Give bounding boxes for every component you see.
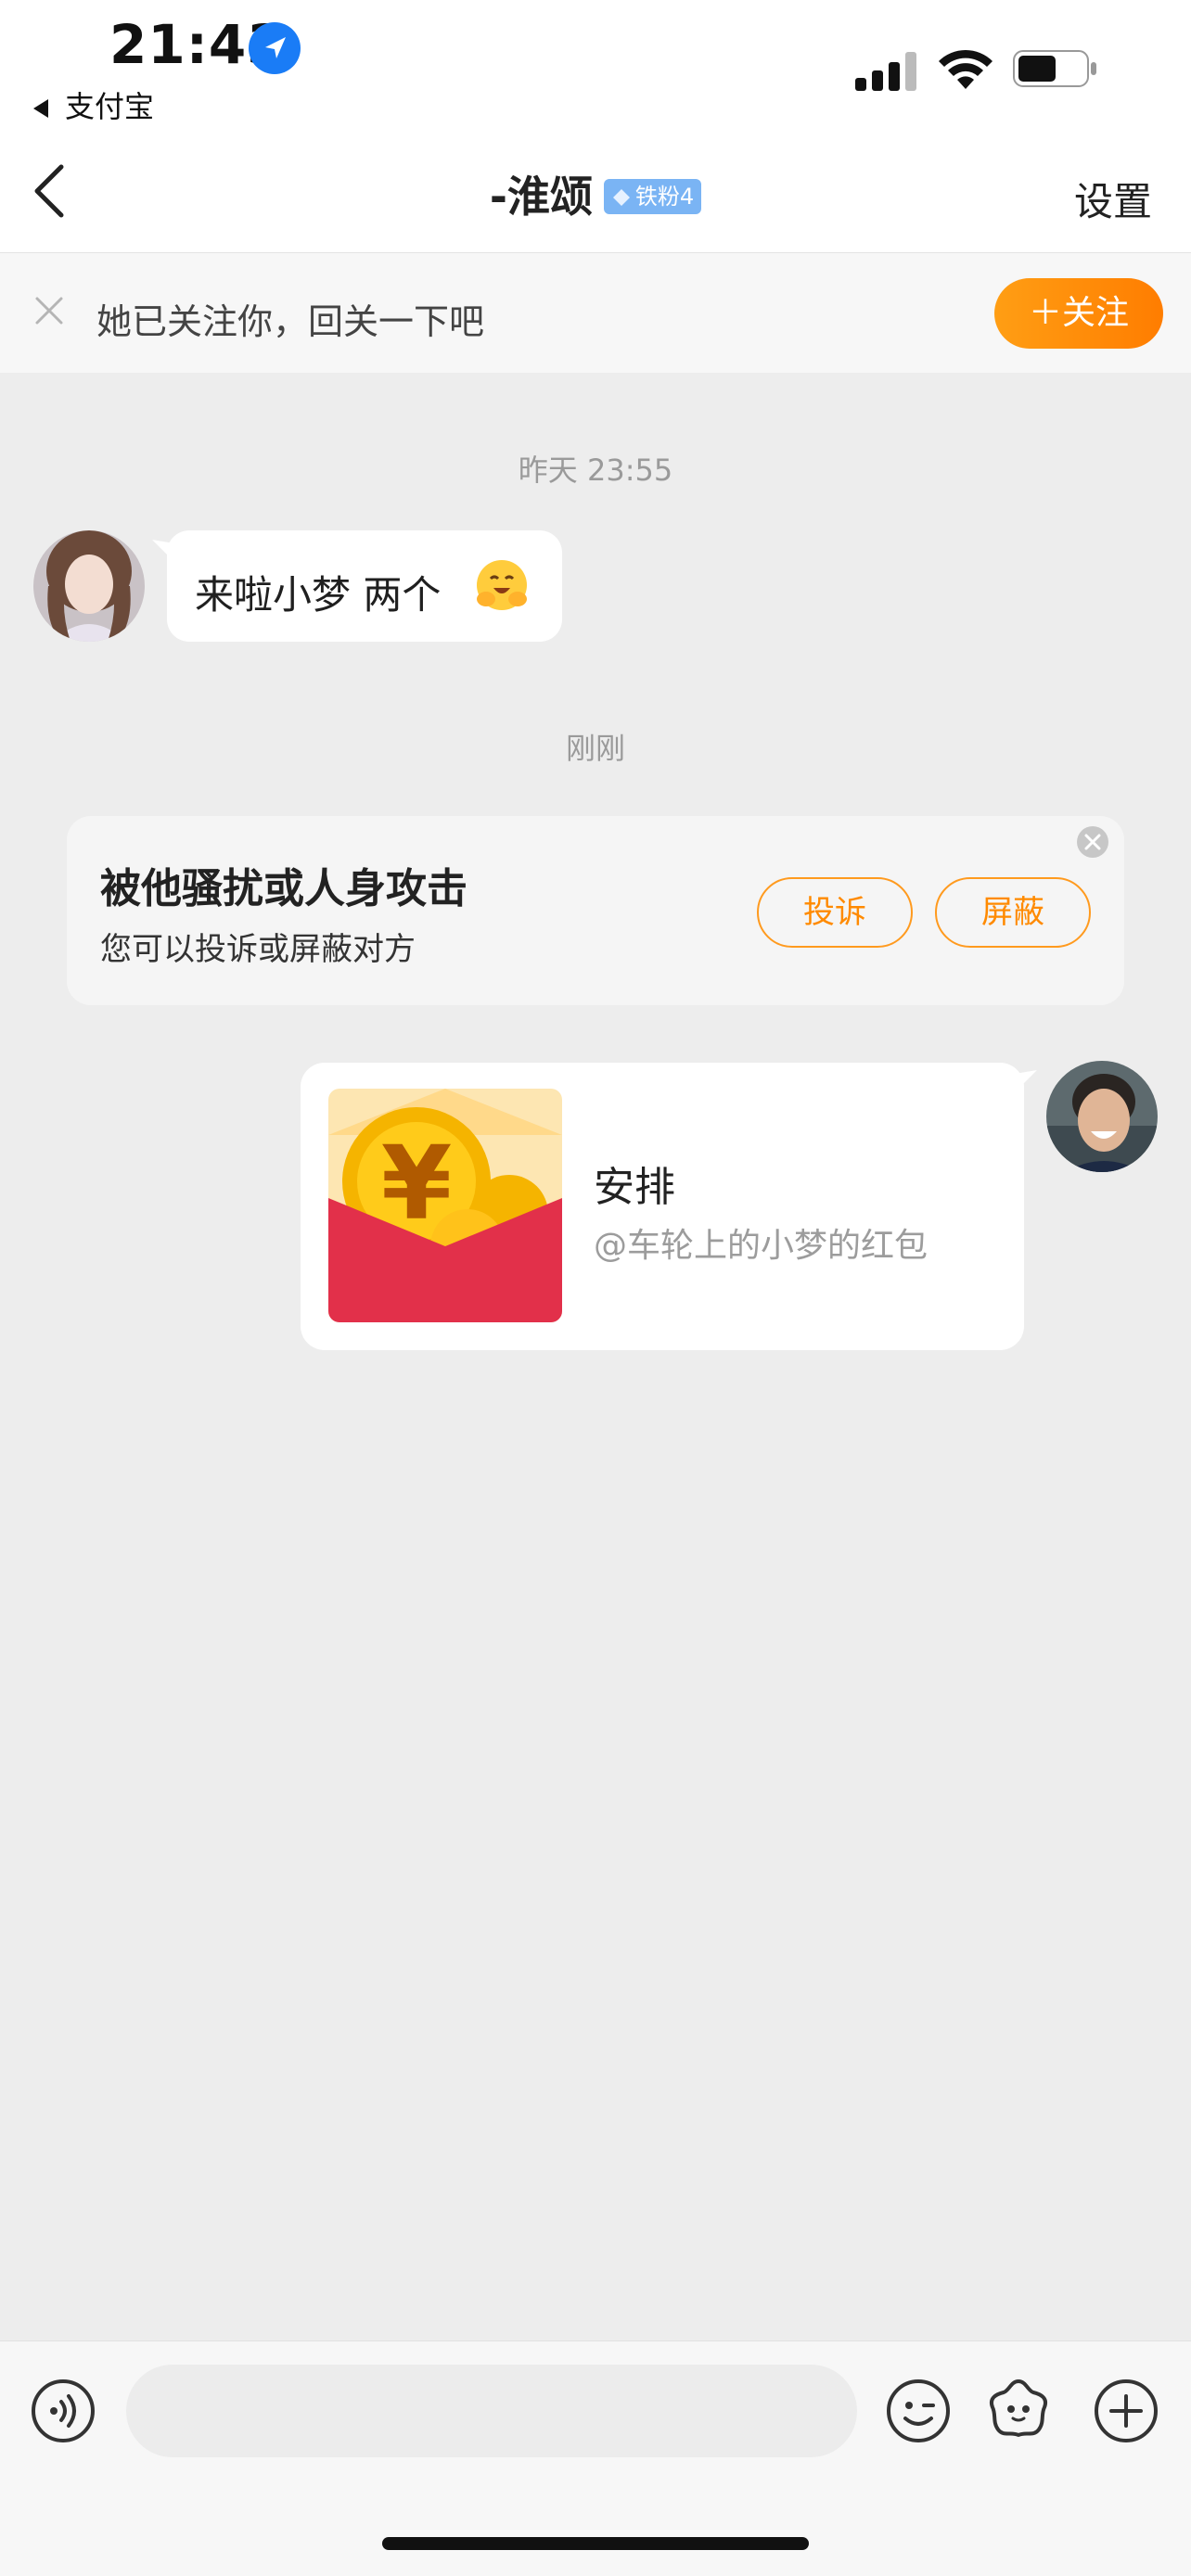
red-packet-icon: ¥ (328, 1089, 562, 1322)
contact-avatar[interactable] (33, 530, 145, 642)
message-text: 来啦小梦 两个 (195, 572, 442, 618)
complain-button[interactable]: 投诉 (757, 877, 913, 948)
follow-back-button[interactable]: ＋关注 (994, 278, 1163, 349)
back-app-label: 支付宝 (65, 89, 155, 124)
red-packet-subtitle: @车轮上的小梦的红包 (594, 1227, 928, 1265)
red-packet-title: 安排 (594, 1164, 675, 1211)
incoming-message-bubble[interactable]: 来啦小梦 两个 (167, 530, 562, 642)
chat-title: -淮颂 铁粉4 (0, 163, 1191, 224)
cellular-signal-icon (855, 52, 916, 91)
report-card-subtitle: 您可以投诉或屏蔽对方 (100, 931, 416, 968)
follow-prompt-text: 她已关注你，回关一下吧 (96, 301, 485, 342)
report-card-title: 被他骚扰或人身攻击 (100, 865, 467, 912)
diamond-icon (612, 188, 630, 206)
my-avatar[interactable] (1046, 1061, 1158, 1172)
back-to-app-link[interactable]: 支付宝 (33, 83, 154, 126)
message-timestamp: 昨天 23:55 (518, 453, 673, 488)
close-report-icon[interactable] (1076, 825, 1109, 859)
home-indicator (382, 2537, 809, 2550)
voice-icon[interactable] (30, 2378, 96, 2444)
settings-button[interactable]: 设置 (1074, 171, 1152, 227)
message-timestamp-recent: 刚刚 (565, 731, 625, 766)
contact-name: -淮颂 (489, 172, 593, 222)
plus-icon[interactable] (1093, 2378, 1159, 2444)
hug-emoji-icon (477, 560, 527, 610)
location-arrow-icon (249, 22, 301, 74)
emoji-icon[interactable] (885, 2378, 952, 2444)
message-input[interactable] (126, 2365, 857, 2457)
battery-icon (1013, 50, 1096, 87)
sticker-icon[interactable] (985, 2376, 1052, 2442)
wifi-icon (939, 49, 992, 89)
back-triangle-icon (33, 99, 48, 118)
close-banner-icon[interactable] (33, 295, 65, 326)
fan-badge-label: 铁粉4 (634, 183, 695, 210)
block-button[interactable]: 屏蔽 (935, 877, 1091, 948)
fan-level-badge: 铁粉4 (603, 178, 702, 214)
